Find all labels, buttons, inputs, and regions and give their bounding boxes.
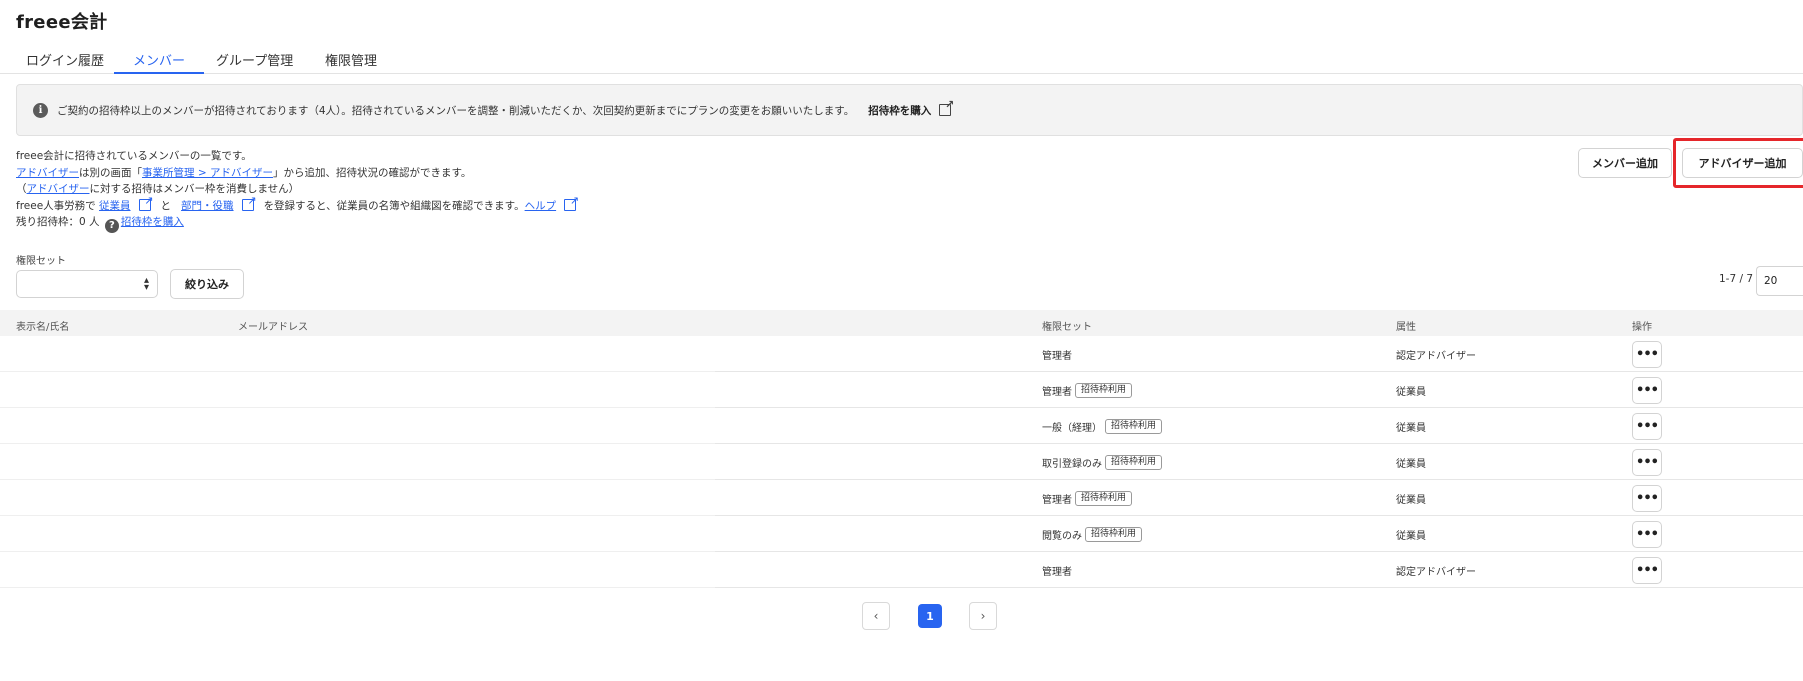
highlight-box bbox=[1673, 138, 1803, 188]
office-advisor-link[interactable]: 事業所管理 > アドバイザー bbox=[142, 167, 273, 179]
buy-invite-slots-label: 招待枠を購入 bbox=[868, 104, 932, 117]
filter-button[interactable]: 絞り込み bbox=[170, 269, 244, 299]
desc-line-5: 残り招待枠：0 人 ? 招待枠を購入 bbox=[16, 214, 576, 234]
row-actions-button[interactable]: ••• bbox=[1632, 485, 1662, 512]
attribute-cell: 従業員 bbox=[1396, 387, 1426, 398]
notice-text: ご契約の招待枠以上のメンバーが招待されております（4人）。招待されているメンバー… bbox=[57, 104, 855, 117]
table-row: 管理者 認定アドバイザー ••• bbox=[0, 552, 1803, 588]
per-page-select[interactable]: 20 bbox=[1756, 266, 1803, 296]
next-page-button[interactable]: › bbox=[969, 602, 997, 630]
row-divider bbox=[715, 587, 1803, 588]
role-cell: 管理者 bbox=[1042, 347, 1072, 362]
role-text: 管理者 bbox=[1042, 387, 1072, 398]
invite-slot-badge: 招待枠利用 bbox=[1085, 527, 1143, 542]
invite-slot-badge: 招待枠利用 bbox=[1075, 491, 1133, 506]
role-cell: 取引登録のみ 招待枠利用 bbox=[1042, 455, 1163, 470]
role-text: 管理者 bbox=[1042, 567, 1072, 578]
invite-slot-badge: 招待枠利用 bbox=[1105, 419, 1163, 434]
desc-line-3: （アドバイザーに対する招待はメンバー枠を消費しません） bbox=[16, 181, 576, 198]
role-text: 取引登録のみ bbox=[1042, 459, 1102, 470]
help-icon[interactable]: ? bbox=[104, 219, 119, 234]
row-actions-button[interactable]: ••• bbox=[1632, 521, 1662, 548]
add-member-button[interactable]: メンバー追加 bbox=[1578, 148, 1672, 178]
page-1-button[interactable]: 1 bbox=[918, 604, 942, 628]
desc-line-2: アドバイザーは別の画面「事業所管理 > アドバイザー」から追加、招待状況の確認が… bbox=[16, 165, 576, 182]
advisor-link[interactable]: アドバイザー bbox=[16, 167, 79, 179]
attribute-cell: 従業員 bbox=[1396, 495, 1426, 506]
table-row: 管理者 招待枠利用 従業員 ••• bbox=[0, 480, 1803, 516]
members-description: freee会計に招待されているメンバーの一覧です。 アドバイザーは別の画面「事業… bbox=[16, 148, 580, 234]
desc-text: と bbox=[160, 199, 172, 212]
external-link-icon bbox=[241, 193, 257, 211]
invite-slot-badge: 招待枠利用 bbox=[1075, 383, 1133, 398]
app-title: freee会計 bbox=[16, 12, 108, 33]
role-cell: 管理者 招待枠利用 bbox=[1042, 383, 1133, 398]
attribute-cell: 認定アドバイザー bbox=[1396, 567, 1476, 578]
tab-members[interactable]: メンバー bbox=[114, 50, 205, 74]
buy-invite-slots-link[interactable]: 招待枠を購入 bbox=[868, 98, 954, 118]
prev-page-button[interactable]: ‹ bbox=[862, 602, 890, 630]
desc-line-1: freee会計に招待されているメンバーの一覧です。 bbox=[16, 150, 252, 162]
table-row: 管理者 招待枠利用 従業員 ••• bbox=[0, 372, 1803, 408]
help-link-label: ヘルプ bbox=[524, 199, 557, 212]
row-actions-button[interactable]: ••• bbox=[1632, 557, 1662, 584]
external-link-icon bbox=[564, 193, 579, 211]
table-row: 閲覧のみ 招待枠利用 従業員 ••• bbox=[0, 516, 1803, 552]
department-link[interactable]: 部門・役職 bbox=[181, 193, 257, 212]
external-link-icon bbox=[138, 193, 154, 211]
desc-text: （ bbox=[16, 183, 27, 195]
attribute-cell: 従業員 bbox=[1396, 459, 1426, 470]
desc-line-4: freee人事労務で 従業員 と 部門・役職 を登録すると、従業員の名簿や組織図… bbox=[16, 193, 580, 215]
advisor-link-2[interactable]: アドバイザー bbox=[27, 183, 90, 195]
select-arrows-icon: ▴ ▾ bbox=[143, 275, 149, 293]
header-actions: 操作 bbox=[1632, 322, 1652, 333]
info-icon: i bbox=[33, 102, 48, 118]
role-text: 管理者 bbox=[1042, 495, 1072, 506]
table-row: 取引登録のみ 招待枠利用 従業員 ••• bbox=[0, 444, 1803, 480]
header-email: メールアドレス bbox=[238, 322, 308, 333]
header-name: 表示名/氏名 bbox=[16, 322, 70, 333]
attribute-cell: 認定アドバイザー bbox=[1396, 351, 1476, 362]
tab-permission-management[interactable]: 権限管理 bbox=[325, 50, 377, 74]
role-cell: 管理者 bbox=[1042, 563, 1072, 578]
role-text: 管理者 bbox=[1042, 351, 1072, 362]
permission-set-select[interactable]: ▴ ▾ bbox=[16, 270, 158, 298]
table-row: 一般（経理） 招待枠利用 従業員 ••• bbox=[0, 408, 1803, 444]
header-attribute: 属性 bbox=[1396, 322, 1416, 333]
result-count: 1-7 / 7 bbox=[1719, 273, 1754, 285]
desc-text: は別の画面「 bbox=[79, 166, 142, 179]
desc-text: freee人事労務で bbox=[16, 199, 96, 212]
employee-link-label: 従業員 bbox=[99, 199, 131, 212]
role-text: 閲覧のみ bbox=[1042, 531, 1082, 542]
invite-slot-badge: 招待枠利用 bbox=[1105, 455, 1163, 470]
desc-text: 」から追加、招待状況の確認ができます。 bbox=[272, 166, 472, 179]
buy-invite-slots-link-2[interactable]: 招待枠を購入 bbox=[121, 216, 184, 228]
department-link-label: 部門・役職 bbox=[181, 199, 234, 212]
external-link-icon bbox=[939, 98, 954, 116]
row-actions-button[interactable]: ••• bbox=[1632, 377, 1662, 404]
tab-bar: ログイン履歴 メンバー グループ管理 権限管理 bbox=[0, 44, 1803, 74]
table-row: 管理者 認定アドバイザー ••• bbox=[0, 336, 1803, 372]
row-actions-button[interactable]: ••• bbox=[1632, 341, 1662, 368]
remaining-slots-text: 残り招待枠：0 人 bbox=[16, 216, 100, 228]
desc-text: に対する招待はメンバー枠を消費しません） bbox=[89, 183, 300, 195]
attribute-cell: 従業員 bbox=[1396, 423, 1426, 434]
row-divider bbox=[0, 587, 715, 588]
employee-link[interactable]: 従業員 bbox=[99, 193, 154, 212]
role-cell: 管理者 招待枠利用 bbox=[1042, 491, 1133, 506]
permission-set-label: 権限セット bbox=[16, 256, 66, 267]
row-actions-button[interactable]: ••• bbox=[1632, 413, 1662, 440]
table-header: 表示名/氏名 メールアドレス 権限セット 属性 操作 bbox=[0, 310, 1803, 336]
row-actions-button[interactable]: ••• bbox=[1632, 449, 1662, 476]
tab-group-management[interactable]: グループ管理 bbox=[216, 50, 293, 74]
desc-text: を登録すると、従業員の名簿や組織図を確認できます。 bbox=[263, 199, 525, 212]
help-link[interactable]: ヘルプ bbox=[524, 193, 580, 212]
role-cell: 一般（経理） 招待枠利用 bbox=[1042, 419, 1163, 434]
attribute-cell: 従業員 bbox=[1396, 531, 1426, 542]
plan-limit-notice: i ご契約の招待枠以上のメンバーが招待されております（4人）。招待されているメン… bbox=[16, 84, 1803, 136]
role-cell: 閲覧のみ 招待枠利用 bbox=[1042, 527, 1143, 542]
header-permission-set: 権限セット bbox=[1042, 322, 1092, 333]
tab-login-history[interactable]: ログイン履歴 bbox=[26, 50, 104, 74]
role-text: 一般（経理） bbox=[1042, 423, 1102, 434]
